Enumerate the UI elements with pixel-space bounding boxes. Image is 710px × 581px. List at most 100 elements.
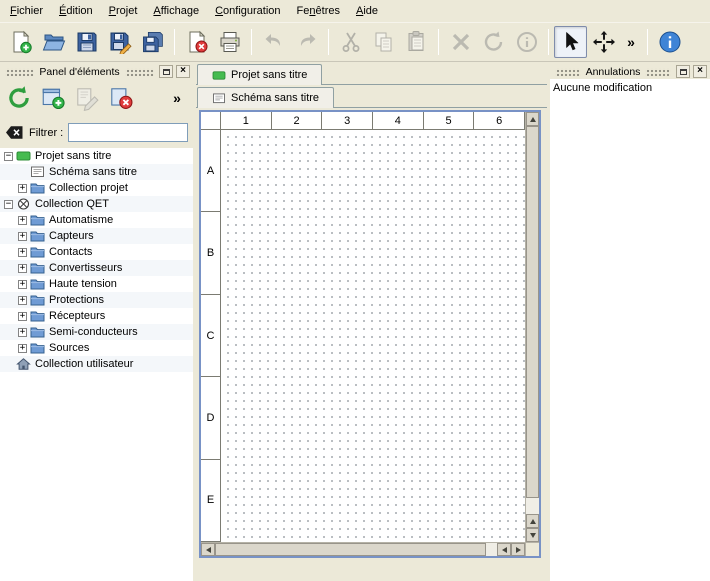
delete-element-button[interactable] [104,82,138,114]
panel-overflow-button[interactable]: » [167,82,187,114]
toolbar-overflow-button[interactable]: » [620,26,642,58]
paste-button[interactable] [400,26,433,58]
copy-button[interactable] [367,26,400,58]
tree-item-automatisme[interactable]: +Automatisme [0,212,193,228]
select-tool-button[interactable] [554,26,587,58]
open-project-icon [42,30,66,54]
tree-item-contacts[interactable]: +Contacts [0,244,193,260]
project-icon [16,150,31,162]
filter-input[interactable] [68,123,188,142]
expand-icon[interactable]: + [18,312,27,321]
collapse-icon[interactable]: − [4,152,13,161]
expand-icon[interactable]: + [18,264,27,273]
collapse-icon[interactable]: − [4,200,13,209]
tree-item-collection-projet[interactable]: +Collection projet [0,180,193,196]
pan-tool-button[interactable] [587,26,620,58]
open-project-button[interactable] [37,26,70,58]
clear-filter-button[interactable] [5,125,24,140]
dock-grip[interactable] [645,68,671,76]
tree-item-schema-sans-titre[interactable]: Schéma sans titre [0,164,193,180]
vertical-scroll-track[interactable] [526,126,539,514]
float-dock-button[interactable] [159,65,173,78]
float-dock-button[interactable] [676,65,690,78]
save-all-button[interactable] [136,26,169,58]
tab-schema-sans-titre[interactable]: Schéma sans titre [197,87,334,108]
undo-panel-dock: Annulations × Aucune modification [550,62,710,581]
redo-button[interactable] [290,26,323,58]
expand-icon[interactable]: + [18,216,27,225]
delete-button[interactable] [444,26,477,58]
tree-item-label: Collection utilisateur [35,358,133,370]
new-element-button[interactable] [36,82,70,114]
horizontal-scrollbar[interactable] [201,542,525,556]
tree-item-convertisseurs[interactable]: + Convertisseurs [0,260,193,276]
tree-item-label: Protections [49,294,104,306]
expand-icon[interactable]: + [18,248,27,257]
menu-affichage[interactable]: Affichage [145,1,207,21]
print-button[interactable] [213,26,246,58]
menu-configuration[interactable]: Configuration [207,1,288,21]
dock-grip[interactable] [125,68,154,76]
tree-item-sources[interactable]: +Sources [0,340,193,356]
scroll-left-button-2[interactable] [497,543,511,556]
tree-item-projet-sans-titre[interactable]: −Projet sans titre [0,148,193,164]
undo-button[interactable] [257,26,290,58]
expand-icon[interactable]: + [18,184,27,193]
reload-collections-button[interactable] [2,82,36,114]
undo-panel-titlebar[interactable]: Annulations × [550,62,710,79]
vertical-scrollbar[interactable] [525,112,539,542]
menu-aide[interactable]: Aide [348,1,386,21]
menu-edition[interactable]: Édition [51,1,101,21]
tree-item-collection-qet[interactable]: −Collection QET [0,196,193,212]
close-dock-button[interactable]: × [693,65,707,78]
expand-icon[interactable]: + [18,328,27,337]
dock-grip[interactable] [5,68,34,76]
tree-item-semi-conducteurs[interactable]: +Semi-conducteurs [0,324,193,340]
undo-panel-title: Annulations [586,66,641,78]
tree-item-capteurs[interactable]: +Capteurs [0,228,193,244]
menu-fenetres[interactable]: Fenêtres [289,1,348,21]
main-toolbar: » [0,23,710,62]
menu-fichier[interactable]: Fichier [2,1,51,21]
menu-projet[interactable]: Projet [101,1,146,21]
cut-button[interactable] [334,26,367,58]
diagram-canvas[interactable] [221,130,525,542]
rotate-button[interactable] [477,26,510,58]
info-button[interactable] [510,26,543,58]
expand-icon[interactable]: + [18,344,27,353]
tree-item-collection-utilisateur[interactable]: Collection utilisateur [0,356,193,372]
scroll-left-button[interactable] [201,543,215,556]
new-document-button[interactable] [4,26,37,58]
scroll-up-button[interactable] [526,112,539,126]
arrow-down-icon [530,533,536,538]
delete-icon [449,30,473,54]
horizontal-scroll-thumb[interactable] [215,543,486,556]
scroll-down-button[interactable] [526,528,539,542]
scroll-up-button-2[interactable] [526,514,539,528]
tree-item-recepteurs[interactable]: +Récepteurs [0,308,193,324]
row-headers: ABCDE [201,130,221,542]
vertical-scroll-thumb[interactable] [526,126,539,498]
tree-item-protections[interactable]: + Protections [0,292,193,308]
elements-panel-dock: Panel d'éléments × » Filtrer : −Projet s… [0,62,193,581]
about-button[interactable] [653,26,686,58]
save-button[interactable] [70,26,103,58]
elements-panel-titlebar[interactable]: Panel d'éléments × [0,62,193,79]
scroll-right-button[interactable] [511,543,525,556]
close-dock-button[interactable]: × [176,65,190,78]
tab-projet-sans-titre[interactable]: Projet sans titre [197,64,322,85]
column-header-5: 5 [424,112,475,129]
close-project-button[interactable] [180,26,213,58]
tree-item-label: Convertisseurs [49,262,122,274]
toolbar-separator [328,29,329,55]
horizontal-scroll-track[interactable] [215,543,497,556]
expand-icon[interactable]: + [18,232,27,241]
redo-icon [295,30,319,54]
expand-icon[interactable]: + [18,296,27,305]
save-as-button[interactable] [103,26,136,58]
expand-icon[interactable]: + [18,280,27,289]
dock-grip[interactable] [555,68,581,76]
tree-item-haute-tension[interactable]: +Haute tension [0,276,193,292]
edit-element-button[interactable] [70,82,104,114]
folder-icon [30,342,45,354]
